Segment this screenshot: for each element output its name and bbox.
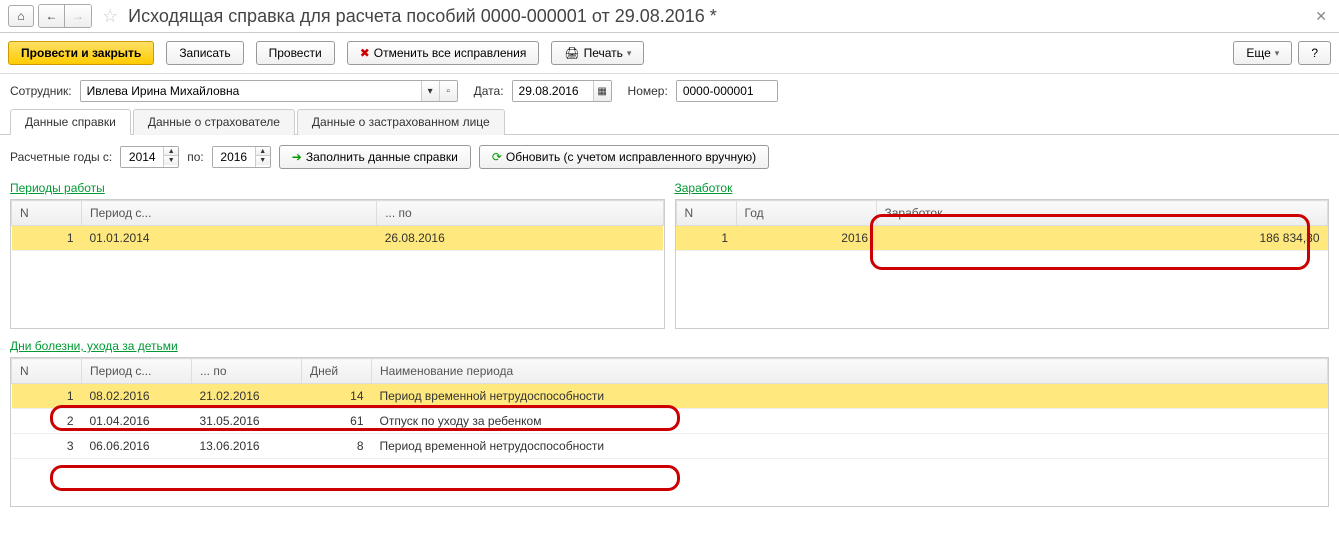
tab-bar: Данные справки Данные о страхователе Дан…	[0, 108, 1339, 135]
col-from: Период с...	[82, 201, 377, 226]
down-icon[interactable]: ▼	[164, 156, 178, 165]
number-input-group	[676, 80, 778, 102]
earnings-title: Заработок	[675, 179, 1330, 197]
earnings-panel: Заработок N Год Заработок 1 2016 186 834…	[675, 179, 1330, 329]
table-row[interactable]: 1 01.01.2014 26.08.2016	[12, 226, 664, 251]
year-from-group: ▲▼	[120, 146, 179, 168]
employee-field[interactable]	[81, 81, 421, 101]
post-button[interactable]: Провести	[256, 41, 335, 65]
refresh-icon: ⟳	[492, 150, 502, 164]
years-from-label: Расчетные годы с:	[10, 150, 112, 164]
cancel-corrections-button[interactable]: ✖ Отменить все исправления	[347, 41, 540, 65]
tab-insured-data[interactable]: Данные о застрахованном лице	[297, 109, 505, 135]
cancel-icon: ✖	[360, 46, 370, 60]
fill-data-label: Заполнить данные справки	[306, 150, 458, 164]
col-from: Период с...	[82, 359, 192, 384]
tab-insurer-data[interactable]: Данные о страхователе	[133, 109, 295, 135]
col-name: Наименование периода	[372, 359, 1328, 384]
col-n: N	[676, 201, 736, 226]
date-input-group: ▦	[512, 80, 612, 102]
help-button[interactable]: ?	[1298, 41, 1331, 65]
date-label: Дата:	[474, 84, 504, 98]
dropdown-icon: ▾	[627, 48, 632, 59]
year-from-field[interactable]	[121, 147, 163, 167]
up-icon[interactable]: ▲	[164, 147, 178, 156]
printer-icon: 🖨	[564, 46, 579, 60]
tab-reference-data[interactable]: Данные справки	[10, 109, 131, 135]
tab-content: Расчетные годы с: ▲▼ по: ▲▼ ➔ Заполнить …	[0, 135, 1339, 517]
number-label: Номер:	[628, 84, 668, 98]
home-button[interactable]: ⌂	[8, 5, 34, 27]
dropdown-icon[interactable]: ▾	[421, 81, 439, 101]
sick-table[interactable]: N Период с... ... по Дней Наименование п…	[11, 358, 1328, 459]
refresh-button[interactable]: ⟳ Обновить (с учетом исправленного вручн…	[479, 145, 769, 169]
refresh-label: Обновить (с учетом исправленного вручную…	[506, 150, 756, 164]
more-label: Еще	[1246, 46, 1270, 60]
up-icon[interactable]: ▲	[256, 147, 270, 156]
col-n: N	[12, 201, 82, 226]
table-row[interactable]: 2 01.04.2016 31.05.2016 61 Отпуск по ухо…	[12, 409, 1328, 434]
col-year: Год	[736, 201, 876, 226]
sick-title: Дни болезни, ухода за детьми	[10, 337, 1329, 355]
print-button[interactable]: 🖨 Печать ▾	[551, 41, 644, 65]
col-days: Дней	[302, 359, 372, 384]
work-periods-title: Периоды работы	[10, 179, 665, 197]
calendar-icon[interactable]: ▦	[593, 81, 611, 101]
action-row: Расчетные годы с: ▲▼ по: ▲▼ ➔ Заполнить …	[10, 145, 1329, 169]
table-row[interactable]: 3 06.06.2016 13.06.2016 8 Период временн…	[12, 434, 1328, 459]
earnings-table[interactable]: N Год Заработок 1 2016 186 834,30	[676, 200, 1329, 251]
fill-data-button[interactable]: ➔ Заполнить данные справки	[279, 145, 471, 169]
down-icon[interactable]: ▼	[256, 156, 270, 165]
employee-input-group: ▾ ▫	[80, 80, 458, 102]
back-button[interactable]: ←	[39, 5, 65, 27]
main-toolbar: Провести и закрыть Записать Провести ✖ О…	[0, 33, 1339, 74]
print-label: Печать	[584, 46, 623, 60]
save-button[interactable]: Записать	[166, 41, 243, 65]
cancel-corrections-label: Отменить все исправления	[374, 46, 527, 60]
col-to: ... по	[377, 201, 663, 226]
date-field[interactable]	[513, 81, 593, 101]
employee-label: Сотрудник:	[10, 84, 72, 98]
window-title: Исходящая справка для расчета пособий 00…	[128, 6, 717, 27]
close-icon[interactable]: ✕	[1311, 8, 1331, 25]
sick-panel: Дни болезни, ухода за детьми N Период с.…	[10, 337, 1329, 507]
number-field[interactable]	[677, 81, 777, 101]
col-n: N	[12, 359, 82, 384]
years-to-label: по:	[187, 150, 204, 164]
table-row[interactable]: 1 2016 186 834,30	[676, 226, 1328, 251]
year-to-field[interactable]	[213, 147, 255, 167]
form-row-employee: Сотрудник: ▾ ▫ Дата: ▦ Номер:	[0, 74, 1339, 108]
col-amount: Заработок	[876, 201, 1328, 226]
arrow-right-icon: ➔	[292, 150, 302, 164]
forward-button[interactable]: →	[65, 5, 91, 27]
table-row[interactable]: 1 08.02.2016 21.02.2016 14 Период времен…	[12, 384, 1328, 409]
titlebar: ⌂ ← → ☆ Исходящая справка для расчета по…	[0, 0, 1339, 33]
open-icon[interactable]: ▫	[439, 81, 457, 101]
post-and-close-button[interactable]: Провести и закрыть	[8, 41, 154, 65]
work-periods-table[interactable]: N Период с... ... по 1 01.01.2014 26.08.…	[11, 200, 664, 251]
favorite-star-icon[interactable]: ☆	[102, 6, 118, 27]
more-button[interactable]: Еще ▾	[1233, 41, 1292, 65]
year-to-group: ▲▼	[212, 146, 271, 168]
work-periods-panel: Периоды работы N Период с... ... по 1 01…	[10, 179, 665, 329]
dropdown-icon: ▾	[1275, 48, 1280, 59]
col-to: ... по	[192, 359, 302, 384]
